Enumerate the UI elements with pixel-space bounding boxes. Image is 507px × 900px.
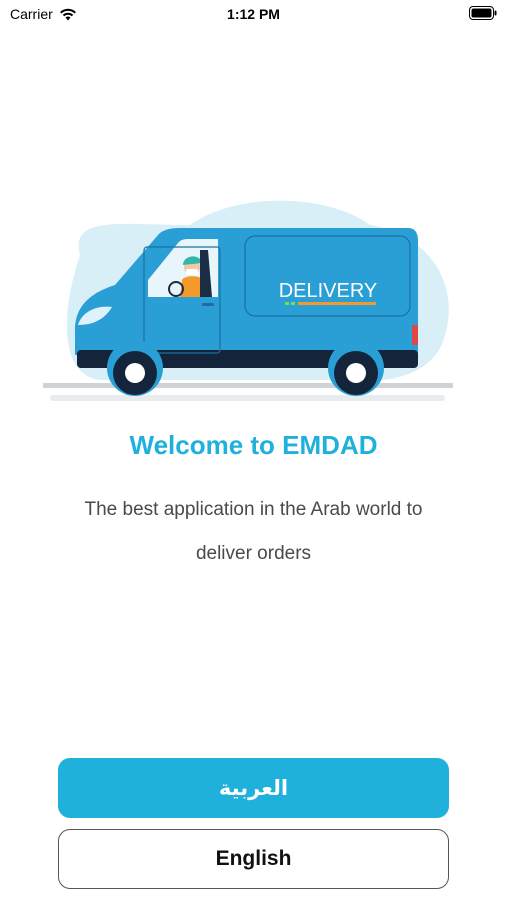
welcome-subtitle: The best application in the Arab world t…: [84, 499, 423, 564]
rear-wheel: [328, 340, 384, 396]
english-button-label: English: [215, 847, 292, 870]
front-wheel: [107, 340, 163, 396]
van-label: DELIVERY: [279, 280, 378, 302]
arabic-language-button[interactable]: العربية: [58, 758, 449, 818]
status-time: 1:12 PM: [227, 6, 280, 22]
arabic-button-label: العربية: [218, 776, 289, 800]
english-language-button[interactable]: English: [58, 829, 449, 889]
battery-icon: [469, 6, 497, 20]
delivery-van-illustration: DELIVERY: [43, 200, 453, 401]
welcome-title: Welcome to EMDAD: [129, 430, 378, 460]
